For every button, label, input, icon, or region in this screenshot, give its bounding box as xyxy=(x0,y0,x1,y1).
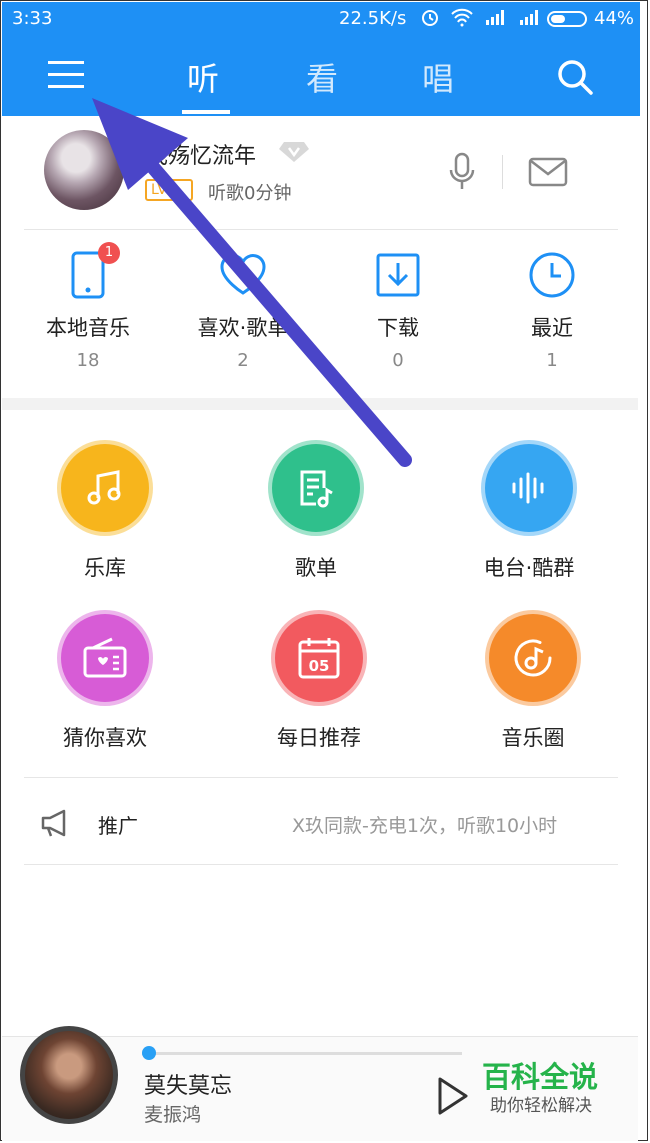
music-note-icon xyxy=(57,440,153,536)
promo-bottom-divider xyxy=(24,864,618,865)
header-divider xyxy=(502,155,503,189)
artist-name: 麦振鸿 xyxy=(144,1104,202,1126)
vip-diamond-icon[interactable] xyxy=(278,140,310,164)
wifi-icon xyxy=(451,8,473,27)
network-speed: 22.5K/s xyxy=(339,8,407,29)
calendar-day: 05 xyxy=(309,657,330,675)
download-icon xyxy=(376,253,420,297)
quick-label: 本地音乐 xyxy=(46,316,130,340)
feature-label: 猜你喜欢 xyxy=(63,726,147,750)
microphone-icon[interactable] xyxy=(448,152,476,192)
play-icon[interactable] xyxy=(436,1076,470,1116)
status-bar: 3:33 22.5K/s 44% xyxy=(2,2,640,36)
feature-daily-recommend[interactable]: 05 每日推荐 xyxy=(239,610,399,752)
active-tab-indicator xyxy=(182,110,230,114)
album-cover[interactable] xyxy=(20,1026,118,1124)
quick-count: 0 xyxy=(392,350,404,371)
feature-label: 每日推荐 xyxy=(277,726,361,750)
quick-label: 最近 xyxy=(531,316,573,340)
promo-top-divider xyxy=(24,777,618,778)
feature-music-circle[interactable]: 音乐圈 xyxy=(453,610,613,752)
feature-label: 乐库 xyxy=(84,556,126,580)
top-nav-bar: 听 看 唱 xyxy=(2,36,640,116)
quick-recent[interactable]: 最近 1 xyxy=(492,248,612,371)
progress-handle[interactable] xyxy=(142,1046,156,1060)
playlist-icon xyxy=(268,440,364,536)
notification-badge: 1 xyxy=(98,242,120,264)
search-icon[interactable] xyxy=(556,58,594,96)
battery-icon xyxy=(547,11,587,27)
avatar[interactable] xyxy=(44,130,124,210)
feature-guess-you-like[interactable]: 猜你喜欢 xyxy=(25,610,185,752)
quick-count: 2 xyxy=(237,350,249,371)
status-icons xyxy=(420,7,542,27)
watermark-title: 百科全说 xyxy=(482,1060,599,1094)
radio-icon xyxy=(57,610,153,706)
feature-music-library[interactable]: 乐库 xyxy=(25,440,185,582)
heart-icon xyxy=(220,254,266,295)
feature-label: 音乐圈 xyxy=(501,726,565,750)
quick-count: 18 xyxy=(76,350,100,371)
clock-icon xyxy=(529,252,575,298)
feature-label: 歌单 xyxy=(295,556,337,580)
tab-listen[interactable]: 听 xyxy=(187,54,219,100)
watermark-subtitle: 助你轻松解决 xyxy=(490,1096,592,1116)
feature-label: 电台·酷群 xyxy=(483,556,575,580)
quick-favorites[interactable]: 喜欢·歌单 2 xyxy=(183,248,303,371)
section-separator xyxy=(2,398,638,410)
music-circle-icon xyxy=(485,610,581,706)
signal-icon xyxy=(486,10,504,25)
battery-percent: 44% xyxy=(594,8,635,29)
feature-radio[interactable]: 电台·酷群 xyxy=(449,440,609,582)
level-badge: LV0 xyxy=(145,179,193,201)
promo-link[interactable]: X玖同款-充电1次，听歌10小时 xyxy=(292,811,557,838)
sound-wave-icon xyxy=(481,440,577,536)
quick-count: 1 xyxy=(546,350,558,371)
calendar-icon: 05 xyxy=(271,610,367,706)
promo-label: 推广 xyxy=(98,814,138,838)
username[interactable]: 浅殇忆流年 xyxy=(146,138,256,170)
quick-label: 下载 xyxy=(377,316,419,340)
quick-local-music[interactable]: 1 本地音乐 18 xyxy=(28,242,148,371)
signal-icon-2 xyxy=(520,10,538,25)
feature-playlist[interactable]: 歌单 xyxy=(236,440,396,582)
status-time: 3:33 xyxy=(12,8,53,29)
quick-download[interactable]: 下载 0 xyxy=(338,248,458,371)
song-title: 莫失莫忘 xyxy=(144,1074,233,1099)
listen-time: 听歌0分钟 xyxy=(208,183,292,204)
menu-icon[interactable] xyxy=(48,58,84,92)
alarm-icon xyxy=(422,10,438,26)
mail-icon[interactable] xyxy=(528,157,568,187)
megaphone-icon xyxy=(41,809,66,837)
tab-watch[interactable]: 看 xyxy=(306,54,338,100)
progress-track[interactable] xyxy=(142,1052,462,1055)
quick-label: 喜欢·歌单 xyxy=(197,316,289,340)
profile-divider xyxy=(24,229,618,230)
tab-sing[interactable]: 唱 xyxy=(422,54,454,100)
